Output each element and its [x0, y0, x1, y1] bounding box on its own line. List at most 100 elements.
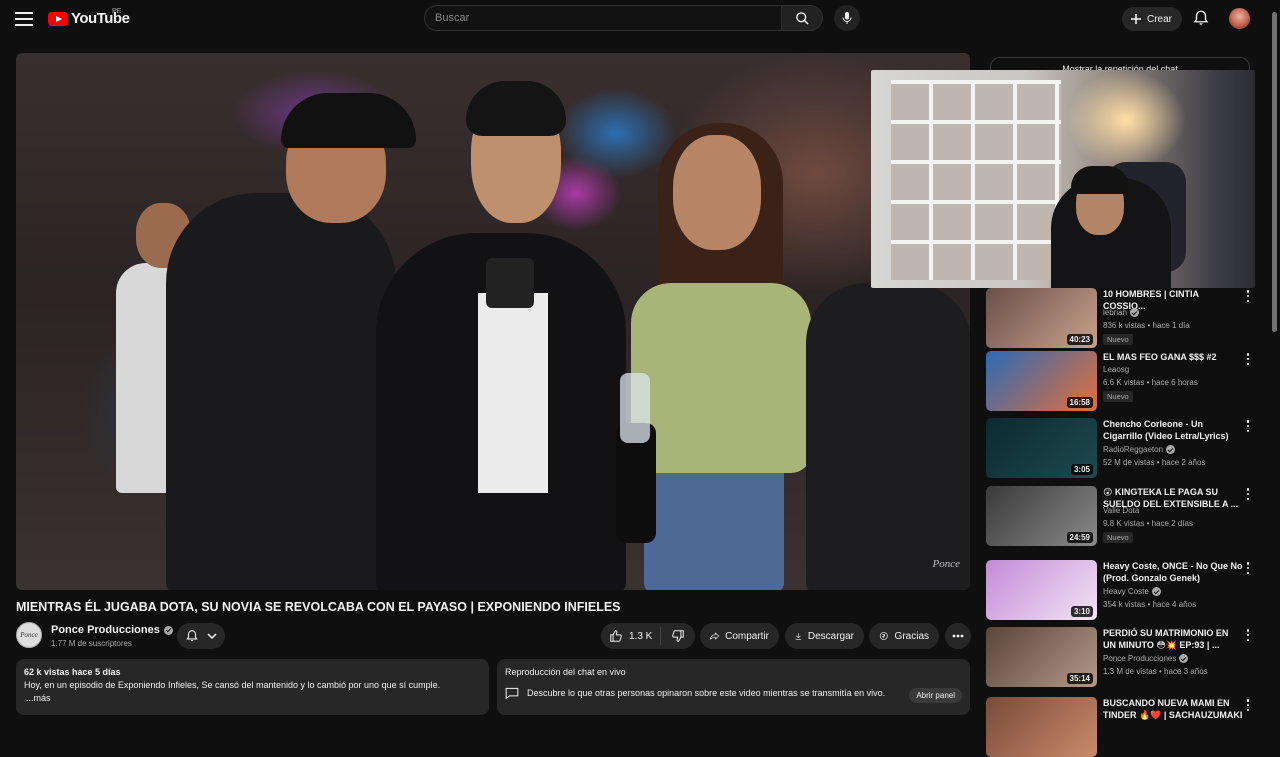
video-duration: 16:58	[1066, 397, 1093, 408]
recommendation-item[interactable]: 24:59 😲 KINGTEKA LE PAGA SU SUELDO DEL EX…	[986, 486, 1256, 546]
live-chat-title: Reproducción del chat en vivo	[505, 667, 626, 677]
video-duration: 40:23	[1066, 334, 1093, 345]
dislike-button[interactable]	[661, 629, 695, 643]
views-and-date: 62 k vistas hace 5 días	[24, 667, 121, 677]
recommendation-meta: 52 M de vistas • hace 2 años	[1103, 458, 1206, 467]
verified-icon	[1166, 445, 1176, 454]
video-duration: 3:05	[1070, 464, 1093, 475]
recommendation-item[interactable]: 3:05 Chencho Corleone - Un Cigarrillo (Vi…	[986, 418, 1256, 478]
recommendation-channel[interactable]: RadioReggaeton	[1103, 445, 1176, 454]
more-actions-button[interactable]	[945, 623, 971, 649]
youtube-play-icon	[48, 11, 68, 26]
recommendation-channel-name: Ponce Producciones	[1103, 654, 1177, 663]
recommendation-channel-name: lebriah	[1103, 308, 1128, 317]
recommendation-title[interactable]: BUSCANDO NUEVA MAMI EN TINDER 🔥❤️ | SACH…	[1103, 697, 1243, 721]
recommendation-channel-name: Leaosg	[1103, 365, 1130, 374]
voice-search-button[interactable]	[834, 5, 860, 31]
recommendation-item[interactable]: 3:10 Heavy Coste, ONCE - No Que No (Prod.…	[986, 560, 1256, 620]
download-label: Descargar	[807, 630, 854, 642]
user-avatar[interactable]	[1229, 8, 1250, 29]
menu-icon[interactable]	[14, 10, 34, 28]
thumbs-up-icon	[610, 630, 622, 642]
more-vertical-icon[interactable]	[1246, 290, 1250, 302]
chevron-down-icon	[207, 633, 217, 640]
show-more-link[interactable]: ...más	[24, 693, 481, 703]
country-code: PE	[112, 8, 122, 15]
recommendation-title[interactable]: PERDIÓ SU MATRIMONIO EN UN MINUTO 😳💥 EP:…	[1103, 627, 1243, 651]
recommendation-thumbnail[interactable]: 24:59	[986, 486, 1097, 546]
youtube-logo[interactable]: YouTube PE	[48, 8, 130, 27]
share-label: Compartir	[725, 630, 769, 642]
recommendation-thumbnail[interactable]: 3:05	[986, 418, 1097, 478]
verified-icon	[1151, 587, 1161, 596]
verified-icon	[163, 625, 173, 635]
plus-icon	[1131, 14, 1141, 24]
recommendation-thumbnail[interactable]: 35:14	[986, 627, 1097, 687]
channel-avatar[interactable]: Ponce	[16, 622, 42, 648]
thanks-button-wrap: Gracias	[869, 623, 939, 649]
like-button[interactable]: 1.3 K	[601, 627, 661, 645]
search-button[interactable]	[781, 5, 823, 31]
open-panel-button[interactable]: Abrir panel	[909, 688, 962, 703]
share-button-wrap: Compartir	[700, 623, 779, 649]
recommendation-title[interactable]: Chencho Corleone - Un Cigarrillo (Video …	[1103, 418, 1243, 442]
create-label: Crear	[1147, 13, 1173, 25]
video-title: MIENTRAS ÉL JUGABA DOTA, SU NOVIA SE REV…	[16, 600, 621, 614]
recommendation-thumbnail[interactable]	[986, 697, 1097, 757]
video-duration: 3:10	[1070, 606, 1093, 617]
more-vertical-icon[interactable]	[1246, 420, 1250, 432]
more-vertical-icon[interactable]	[1246, 629, 1250, 641]
download-button[interactable]: Descargar	[785, 623, 864, 649]
recommendation-title[interactable]: Heavy Coste, ONCE - No Que No (Prod. Gon…	[1103, 560, 1243, 584]
more-vertical-icon[interactable]	[1246, 699, 1250, 711]
microphone-icon	[842, 12, 852, 24]
top-bar: YouTube PE Buscar Crear	[0, 0, 1280, 40]
recommendation-channel[interactable]: Heavy Coste	[1103, 587, 1161, 596]
subscription-bell-button[interactable]	[177, 623, 225, 649]
more-vertical-icon[interactable]	[1246, 488, 1250, 500]
download-icon	[795, 632, 802, 640]
recommendation-item[interactable]: 16:58 EL MAS FEO GANA $$$ #2 Leaosg 6.6 K v…	[986, 351, 1256, 411]
video-player[interactable]: Ponce	[16, 53, 970, 590]
video-duration: 24:59	[1066, 532, 1093, 543]
like-dislike-group: 1.3 K	[601, 623, 695, 649]
channel-name-link[interactable]: Ponce Producciones	[51, 624, 173, 636]
bell-icon	[186, 630, 198, 642]
verified-icon	[1179, 654, 1189, 663]
channel-avatar-text: Ponce	[20, 631, 38, 639]
new-badge: Nuevo	[1103, 532, 1133, 543]
picture-in-picture-overlay[interactable]	[871, 70, 1255, 288]
pip-shelf	[891, 80, 1061, 280]
more-actions-wrap	[945, 623, 971, 649]
notifications-bell-icon[interactable]	[1192, 9, 1210, 27]
recommendation-meta: 836 k vistas • hace 1 día	[1103, 321, 1190, 330]
recommendation-thumbnail[interactable]: 3:10	[986, 560, 1097, 620]
more-vertical-icon[interactable]	[1246, 562, 1250, 574]
recommendation-channel[interactable]: Ponce Producciones	[1103, 654, 1189, 663]
thanks-button[interactable]: Gracias	[869, 623, 939, 649]
page-scrollbar[interactable]	[1272, 12, 1277, 332]
more-vertical-icon[interactable]	[1246, 353, 1250, 365]
search-input[interactable]: Buscar	[424, 5, 782, 31]
recommendation-channel[interactable]: Leaosg	[1103, 365, 1129, 374]
description-text: Hoy, en un episodio de Exponiendo Infiel…	[24, 680, 441, 690]
live-chat-description: Descubre lo que otras personas opinaron …	[527, 688, 886, 698]
recommendation-channel-name: Heavy Coste	[1103, 587, 1149, 596]
chat-icon	[505, 687, 519, 699]
recommendation-item[interactable]: 35:14 PERDIÓ SU MATRIMONIO EN UN MINUTO 😳…	[986, 627, 1256, 687]
recommendation-item[interactable]: BUSCANDO NUEVA MAMI EN TINDER 🔥❤️ | SACH…	[986, 697, 1256, 757]
video-duration: 35:14	[1066, 673, 1093, 684]
recommendation-title[interactable]: EL MAS FEO GANA $$$ #2	[1103, 351, 1243, 363]
recommendation-meta: 6.6 K vistas • hace 6 horas	[1103, 378, 1198, 387]
recommendation-thumbnail[interactable]: 16:58	[986, 351, 1097, 411]
subscriber-count: 1.77 M de suscriptores	[51, 639, 132, 648]
description-box[interactable]: 62 k vistas hace 5 días Hoy, en un episo…	[16, 659, 489, 715]
recommendation-thumbnail[interactable]: 40:23	[986, 288, 1097, 348]
create-button[interactable]: Crear	[1122, 7, 1183, 31]
recommendation-channel[interactable]: lebriah	[1103, 308, 1140, 317]
more-horizontal-icon	[952, 634, 964, 638]
share-button[interactable]: Compartir	[700, 623, 779, 649]
share-icon	[710, 632, 720, 640]
recommendation-channel[interactable]: Valle Dota	[1103, 506, 1139, 515]
recommendation-item[interactable]: 40:23 10 HOMBRES | CINTIA COSSIO... lebria…	[986, 288, 1256, 348]
